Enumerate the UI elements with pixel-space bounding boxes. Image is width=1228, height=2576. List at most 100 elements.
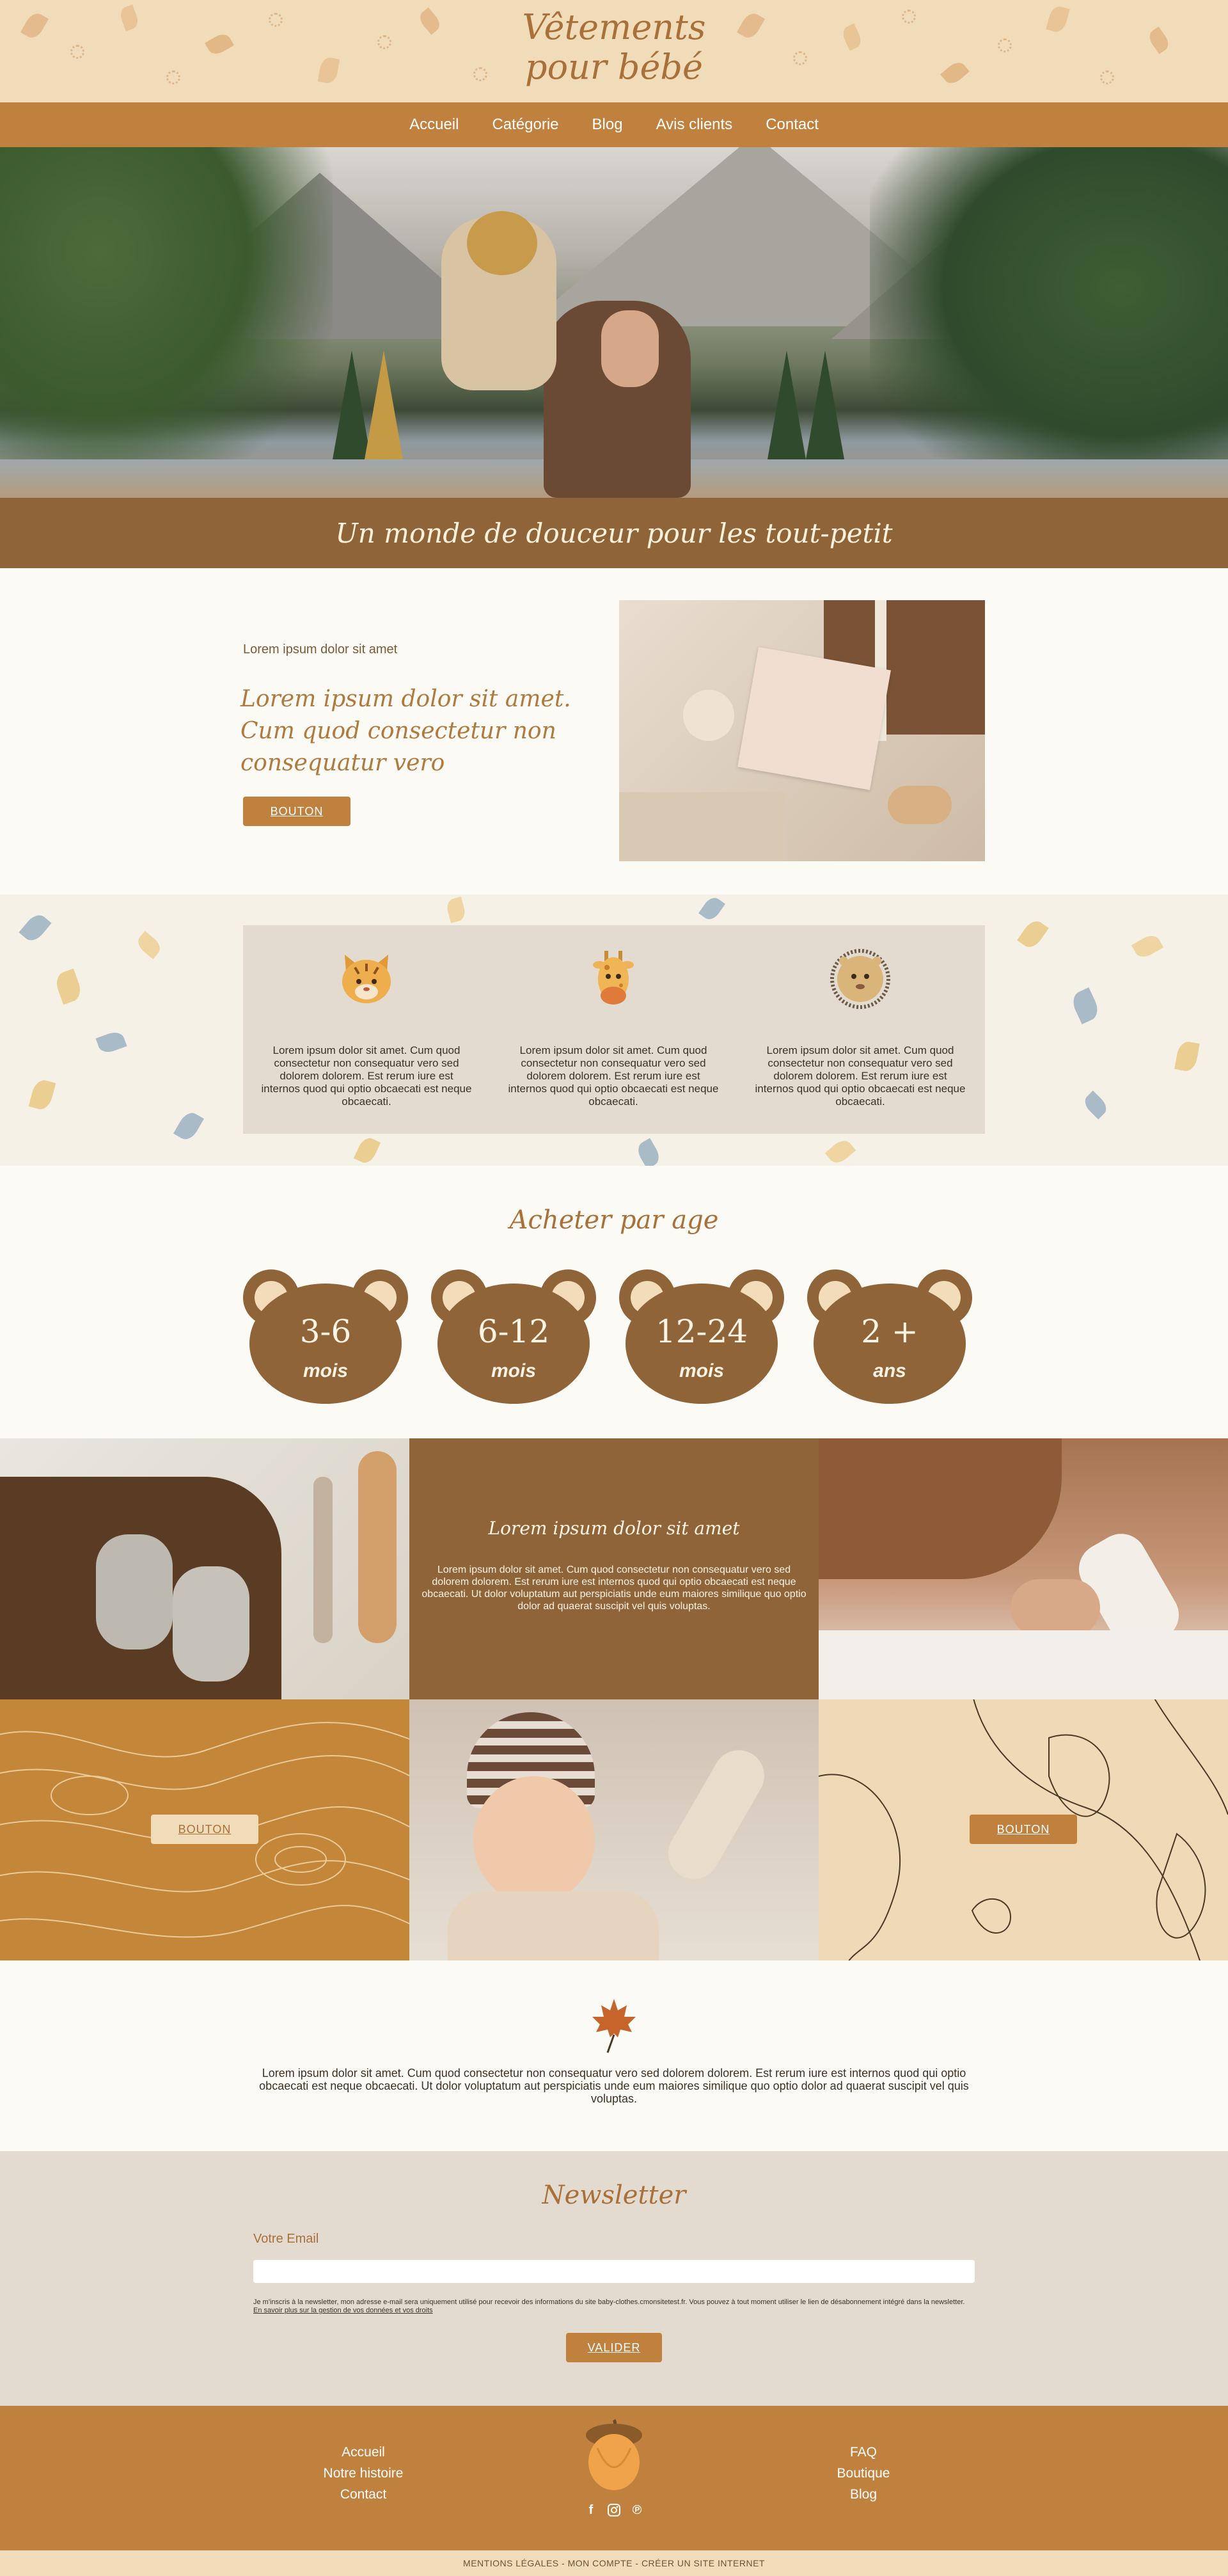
nav-item-categorie[interactable]: Catégorie [492, 116, 558, 134]
feature-grid: Lorem ipsum dolor sit amet Lorem ipsum d… [0, 1438, 1228, 1960]
baby-portrait-photo [409, 1699, 819, 1960]
submit-button[interactable]: VALIDER [566, 2333, 662, 2362]
consent-text: Je m'inscris à la newsletter, mon adress… [253, 2298, 975, 2315]
leaf-decoration [1131, 932, 1164, 961]
leaf-decoration [634, 1138, 663, 1166]
animal-features-box: Lorem ipsum dolor sit amet. Cum quod con… [243, 925, 985, 1134]
foliage-right [870, 147, 1228, 498]
brush [888, 786, 952, 824]
baby-legs-photo [819, 1438, 1228, 1699]
footer-link-notre-histoire[interactable]: Notre histoire [307, 2463, 420, 2484]
newsletter-title: Newsletter [542, 2181, 686, 2210]
intro-button[interactable]: BOUTON [243, 797, 350, 826]
grid-button-left[interactable]: BOUTON [151, 1815, 258, 1844]
toy-bunny [683, 690, 734, 741]
leaf-decoration [1017, 917, 1049, 951]
site-title-line1: Vêtements [522, 7, 706, 47]
site-header: Vêtements pour bébé [0, 0, 1228, 102]
leaf-decoration [698, 894, 725, 923]
animal-feature: Lorem ipsum dolor sit amet. Cum quod con… [243, 925, 490, 1134]
pine-tree [806, 351, 844, 459]
footer-links-left: Accueil Notre histoire Contact [307, 2442, 420, 2505]
footer-link-boutique[interactable]: Boutique [807, 2463, 920, 2484]
age-range: 12-24 [655, 1313, 748, 1350]
leaf-decoration [95, 1029, 127, 1056]
nav-item-contact[interactable]: Contact [766, 116, 819, 134]
age-unit: mois [303, 1360, 349, 1381]
leaf-decoration [28, 1077, 56, 1112]
leaf-decoration [445, 896, 468, 923]
nav-item-blog[interactable]: Blog [592, 116, 623, 134]
leaf-decoration [1081, 1090, 1110, 1120]
baby-hat [467, 211, 537, 275]
baby-shoes-photo [0, 1438, 409, 1699]
ages-title: Acheter par age [509, 1205, 719, 1235]
footer-links-right: FAQ Boutique Blog [807, 2442, 920, 2505]
giraffe-icon [593, 951, 634, 1005]
quote-text: Lorem ipsum dolor sit amet. Cum quod con… [259, 2067, 969, 2105]
facebook-icon[interactable]: f [584, 2503, 598, 2517]
leaf-decoration [52, 968, 84, 1005]
site-footer: Accueil Notre histoire Contact FAQ Bouti… [0, 2406, 1228, 2550]
footer-link-faq[interactable]: FAQ [807, 2442, 920, 2463]
legal-bar: MENTIONS LÉGALES - MON COMPTE - CRÉER UN… [0, 2550, 1228, 2576]
animal-text: Lorem ipsum dolor sit amet. Cum quod con… [508, 1044, 719, 1108]
age-unit: mois [491, 1360, 537, 1381]
lion-icon [830, 949, 890, 1009]
footer-link-blog[interactable]: Blog [807, 2484, 920, 2505]
pine-tree [365, 351, 403, 459]
legal-links[interactable]: MENTIONS LÉGALES - MON COMPTE - CRÉER UN… [463, 2558, 765, 2568]
footer-link-contact[interactable]: Contact [307, 2484, 420, 2505]
consent-body: Je m'inscris à la newsletter, mon adress… [253, 2298, 965, 2306]
shop-by-age-section: Acheter par age 3-6 mois 6-12 mois 12-24… [0, 1166, 1228, 1438]
age-bear-3-6[interactable]: 3-6 mois [243, 1269, 408, 1404]
tagline-band: Un monde de douceur pour les tout-petit [0, 498, 1228, 568]
tagline-text: Un monde de douceur pour les tout-petit [335, 517, 893, 549]
hero-image [0, 147, 1228, 498]
animal-text: Lorem ipsum dolor sit amet. Cum quod con… [261, 1044, 472, 1108]
baby-items-photo [619, 600, 985, 861]
leaf-decoration [1069, 987, 1102, 1024]
foliage-left [0, 147, 333, 498]
nav-item-avis-clients[interactable]: Avis clients [656, 116, 733, 134]
maple-leaf-icon [592, 1999, 636, 2053]
topo-pattern-cell: BOUTON [0, 1699, 409, 1960]
card [737, 647, 891, 790]
grid-body: Lorem ipsum dolor sit amet. Cum quod con… [421, 1564, 807, 1612]
leaf-decoration [134, 930, 164, 960]
quote-section: Lorem ipsum dolor sit amet. Cum quod con… [0, 1960, 1228, 2151]
privacy-link[interactable]: En savoir plus sur la gestion de vos don… [253, 2307, 433, 2314]
grid-button-right[interactable]: BOUTON [970, 1815, 1077, 1844]
knit-fabric [619, 792, 785, 861]
email-field[interactable] [253, 2260, 975, 2283]
lines-pattern-cell: BOUTON [819, 1699, 1228, 1960]
age-bear-12-24[interactable]: 12-24 mois [619, 1269, 784, 1404]
leaf-decoration [353, 1134, 381, 1166]
pinterest-icon[interactable]: ℗ [630, 2503, 644, 2517]
intro-kicker: Lorem ipsum dolor sit amet [243, 642, 398, 656]
age-bear-6-12[interactable]: 6-12 mois [431, 1269, 596, 1404]
animal-feature: Lorem ipsum dolor sit amet. Cum quod con… [490, 925, 737, 1134]
leaf-decoration [19, 910, 52, 945]
age-range: 2 + [861, 1313, 918, 1350]
grid-heading: Lorem ipsum dolor sit amet [488, 1518, 740, 1539]
age-range: 3-6 [299, 1313, 352, 1350]
acorn-icon [586, 2419, 642, 2490]
father-face [601, 310, 659, 387]
leaf-decoration [1174, 1040, 1200, 1073]
email-label: Votre Email [253, 2232, 319, 2246]
age-range: 6-12 [477, 1313, 550, 1350]
newsletter-section: Newsletter Votre Email Je m'inscris à la… [0, 2151, 1228, 2406]
intro-heading: Lorem ipsum dolor sit amet. Cum quod con… [240, 686, 571, 776]
leaf-decoration [824, 1136, 856, 1166]
tiger-icon [342, 955, 391, 1003]
site-title[interactable]: Vêtements pour bébé [0, 8, 1228, 87]
animal-text: Lorem ipsum dolor sit amet. Cum quod con… [755, 1044, 966, 1108]
site-title-line2: pour bébé [525, 47, 703, 87]
instagram-icon[interactable] [607, 2503, 621, 2517]
age-bear-2-plus[interactable]: 2 + ans [807, 1269, 972, 1404]
nav-item-accueil[interactable]: Accueil [409, 116, 459, 134]
animals-section: Lorem ipsum dolor sit amet. Cum quod con… [0, 894, 1228, 1166]
pine-tree [767, 351, 806, 459]
footer-link-accueil[interactable]: Accueil [307, 2442, 420, 2463]
